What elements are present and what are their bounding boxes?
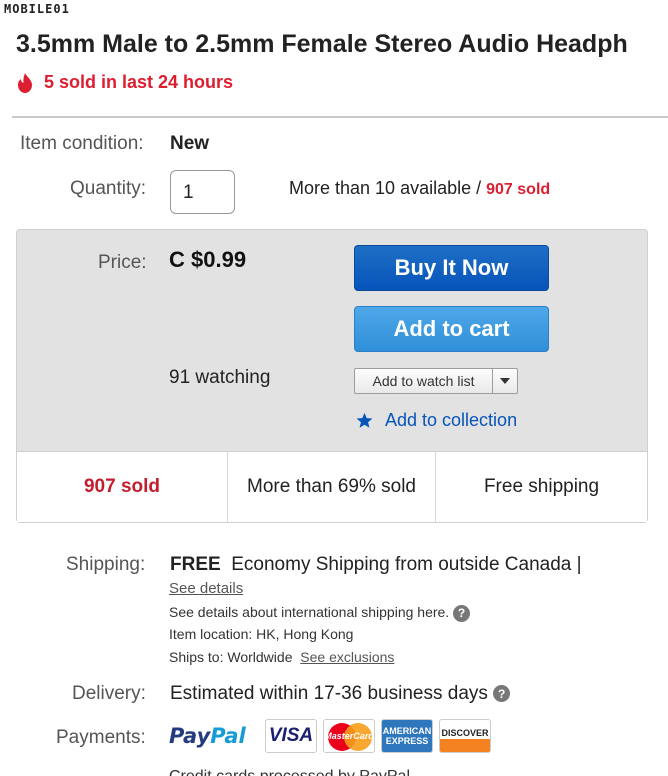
- discover-logo: DISCOVER: [439, 719, 491, 753]
- price-value: C $0.99: [169, 247, 247, 272]
- quantity-label: Quantity:: [70, 178, 147, 199]
- watch-list-dropdown[interactable]: Add to watch list: [354, 368, 518, 394]
- sold-count-link[interactable]: 907 sold: [486, 181, 550, 198]
- help-icon[interactable]: ?: [453, 604, 471, 622]
- watermark: MOBILE01: [4, 2, 70, 16]
- help-icon[interactable]: ?: [493, 685, 511, 703]
- condition-value: New: [170, 133, 210, 154]
- stat-percent-sold: More than 69% sold: [228, 452, 436, 522]
- item-location: Item location: HK, Hong Kong: [169, 626, 353, 642]
- fire-icon: [18, 72, 32, 93]
- urgency-text: 5 sold in last 24 hours: [44, 72, 234, 92]
- visa-logo: VISA: [265, 719, 317, 753]
- urgency-signal: 5 sold in last 24 hours: [16, 72, 233, 93]
- condition-label: Item condition:: [20, 133, 144, 154]
- payments-label: Payments:: [56, 727, 146, 748]
- stats-strip: 907 sold More than 69% sold Free shippin…: [17, 451, 647, 522]
- watermark-text: MOBILE01: [4, 2, 70, 16]
- ships-to-value: Worldwide: [227, 649, 293, 665]
- buy-it-now-button[interactable]: Buy It Now: [354, 245, 549, 291]
- delivery-label: Delivery:: [72, 683, 146, 704]
- add-to-cart-button[interactable]: Add to cart: [354, 306, 549, 352]
- item-location-value: HK, Hong Kong: [256, 626, 354, 642]
- listing-title: 3.5mm Male to 2.5mm Female Stereo Audio …: [16, 30, 628, 58]
- watching-count: 91 watching: [169, 367, 271, 388]
- intl-shipping-text: See details about international shipping…: [169, 604, 450, 620]
- payment-logos: PayPal VISA MasterCard AMERICAN EXPRESS …: [169, 719, 491, 753]
- mastercard-logo: MasterCard: [323, 719, 375, 753]
- delivery-estimate: Estimated within 17-36 business days ?: [170, 683, 511, 705]
- add-to-collection-link[interactable]: Add to collection: [356, 410, 517, 431]
- shipping-label: Shipping:: [66, 554, 146, 575]
- stat-free-shipping: Free shipping: [483, 476, 600, 497]
- delivery-value: Estimated within 17-36 business days: [170, 683, 488, 704]
- price-label: Price:: [98, 252, 147, 273]
- shipping-summary: FREE Economy Shipping from outside Canad…: [170, 554, 582, 576]
- shipping-method: Economy Shipping from outside Canada |: [231, 554, 582, 575]
- star-icon: [356, 412, 373, 428]
- intl-shipping-note: See details about international shipping…: [169, 604, 471, 622]
- quantity-input[interactable]: 1: [170, 170, 235, 214]
- availability-text: More than 10 available /: [289, 178, 487, 198]
- see-details-link[interactable]: See details: [169, 580, 243, 597]
- stat-sold: 907 sold: [17, 452, 228, 522]
- see-exclusions-link[interactable]: See exclusions: [300, 649, 394, 665]
- amex-logo: AMERICAN EXPRESS: [381, 719, 433, 753]
- watch-list-caret[interactable]: [493, 369, 517, 393]
- shipping-free: FREE: [170, 554, 221, 575]
- item-location-label: Item location:: [169, 626, 253, 642]
- paypal-logo: PayPal: [169, 724, 246, 748]
- availability: More than 10 available / 907 sold: [289, 178, 550, 199]
- collection-label: Add to collection: [385, 410, 518, 430]
- ships-to: Ships to: Worldwide See exclusions: [169, 649, 394, 665]
- divider: [12, 116, 668, 118]
- add-to-watch-list-button[interactable]: Add to watch list: [355, 369, 493, 393]
- ships-to-label: Ships to:: [169, 649, 224, 665]
- payments-note: Credit cards processed by PayPal: [169, 768, 410, 776]
- chevron-down-icon: [500, 378, 510, 384]
